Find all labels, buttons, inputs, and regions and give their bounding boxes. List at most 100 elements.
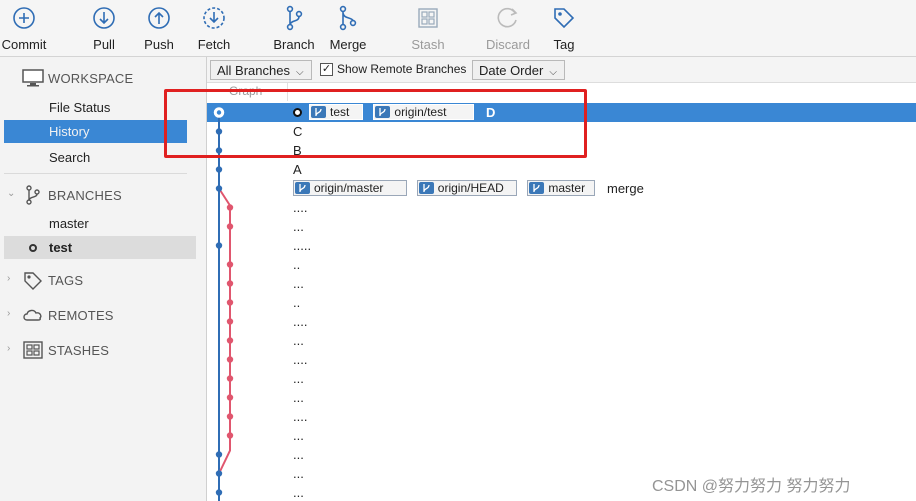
ref-badge[interactable]: master [527, 180, 595, 196]
branch-icon [26, 185, 40, 205]
toolbar: Commit Pull Push Fetch Branch Merge Stash Disca… [0, 0, 916, 57]
commit-dot [226, 337, 234, 344]
commit-dot [215, 166, 223, 173]
commit-dot [215, 242, 223, 249]
tags-title: TAGS [48, 273, 84, 288]
plus-circle-icon [13, 7, 35, 29]
sidebar-item-file-status[interactable]: File Status [4, 96, 187, 119]
sidebar-divider [4, 173, 187, 174]
commit-dot [226, 413, 234, 420]
commit-dot [215, 451, 223, 458]
commit-message: ... [293, 485, 304, 500]
commit-message: .. [293, 295, 301, 310]
commit-row[interactable]: .... [207, 350, 916, 369]
ref-badge-label: origin/master [314, 181, 384, 195]
ref-badge-label: master [548, 181, 586, 195]
commit-row[interactable]: .. [207, 255, 916, 274]
discard-button[interactable]: Discard [476, 5, 540, 53]
stash-icon [418, 8, 438, 28]
tag-icon [24, 272, 42, 290]
stash-button[interactable]: Stash [396, 5, 460, 53]
commit-dot [226, 223, 234, 230]
commit-dot [215, 185, 223, 192]
commit-row[interactable]: ... [207, 331, 916, 350]
commit-message: ... [293, 428, 304, 443]
merge-button[interactable]: Merge [316, 5, 380, 53]
commit-message: .. [293, 257, 301, 272]
commit-row[interactable]: .... [207, 198, 916, 217]
order-dropdown[interactable]: Date Order ⌵ [472, 60, 565, 80]
remotes-title: REMOTES [48, 308, 114, 323]
stash-icon [23, 341, 43, 359]
commit-label: Commit [1, 37, 47, 52]
commit-row[interactable]: origin/master origin/HEAD master merge [207, 179, 916, 198]
workspace-title: WORKSPACE [48, 71, 134, 86]
commit-message: ... [293, 390, 304, 405]
stashes-header[interactable]: › STASHES [0, 339, 200, 363]
sidebar-item-search[interactable]: Search [4, 146, 187, 169]
commit-row[interactable]: A [207, 160, 916, 179]
merge-icon [339, 5, 357, 31]
commit-row[interactable]: ... [207, 217, 916, 236]
ref-badge[interactable]: origin/HEAD [416, 180, 518, 196]
sidebar-item-test[interactable]: test [4, 236, 196, 259]
chevron-right-icon[interactable]: › [7, 343, 10, 354]
show-remote-label: Show Remote Branches [337, 62, 467, 76]
commit-message: ... [293, 371, 304, 386]
commit-message: ... [293, 447, 304, 462]
commit-row[interactable]: ... [207, 369, 916, 388]
chevron-down-icon: ⌵ [549, 67, 557, 78]
commit-row[interactable]: ... [207, 445, 916, 464]
commit-dot [226, 280, 234, 287]
commit-dot [215, 489, 223, 496]
commit-row[interactable]: .... [207, 312, 916, 331]
fetch-label: Fetch [197, 37, 231, 52]
branches-dropdown[interactable]: All Branches ⌵ [210, 60, 312, 80]
highlight-annotation [164, 89, 587, 158]
commit-message: ... [293, 333, 304, 348]
workspace-header[interactable]: WORKSPACE [0, 67, 200, 91]
commit-dot [226, 375, 234, 382]
stash-label: Stash [411, 37, 445, 52]
branches-header[interactable]: ⌄ BRANCHES [0, 184, 200, 208]
commit-row[interactable]: ... [207, 426, 916, 445]
sidebar-item-history[interactable]: History [4, 120, 187, 143]
commit-row[interactable]: .... [207, 407, 916, 426]
commit-dot [226, 356, 234, 363]
commit-row[interactable]: ..... [207, 236, 916, 255]
commit-message: A [293, 162, 302, 177]
stashes-title: STASHES [48, 343, 110, 358]
current-branch-icon [29, 244, 37, 252]
branch-icon [286, 5, 303, 31]
commit-dot [215, 470, 223, 477]
commit-message: ..... [293, 238, 312, 253]
tag-button[interactable]: Tag [532, 5, 596, 53]
chevron-down-icon: ⌵ [295, 67, 304, 78]
side-branch-line [218, 187, 231, 474]
commit-message: .... [293, 409, 308, 424]
ref-badge[interactable]: origin/master [293, 180, 407, 196]
commit-button[interactable]: Commit [0, 5, 56, 53]
commit-dot [226, 432, 234, 439]
show-remote-checkbox[interactable]: ✓ [320, 63, 333, 76]
sidebar-item-master[interactable]: master [4, 212, 187, 235]
chevron-right-icon[interactable]: › [7, 273, 10, 284]
tags-header[interactable]: › TAGS [0, 269, 200, 293]
branches-title: BRANCHES [48, 188, 122, 203]
commit-row[interactable]: .. [207, 293, 916, 312]
chevron-right-icon[interactable]: › [7, 308, 10, 319]
commit-dot [226, 394, 234, 401]
commit-dot [226, 299, 234, 306]
discard-label: Discard [485, 37, 531, 52]
ref-badge-label: origin/HEAD [437, 181, 504, 195]
commit-row[interactable]: ... [207, 388, 916, 407]
remotes-header[interactable]: › REMOTES [0, 304, 200, 328]
cloud-icon [23, 309, 42, 321]
commit-row[interactable]: ... [207, 274, 916, 293]
discard-icon [497, 7, 518, 28]
chevron-down-icon[interactable]: ⌄ [7, 188, 15, 199]
fetch-button[interactable]: Fetch [182, 5, 246, 53]
branch-ref-icon [418, 182, 434, 194]
fetch-dashed-circle-icon [203, 7, 225, 29]
monitor-icon [22, 69, 44, 87]
